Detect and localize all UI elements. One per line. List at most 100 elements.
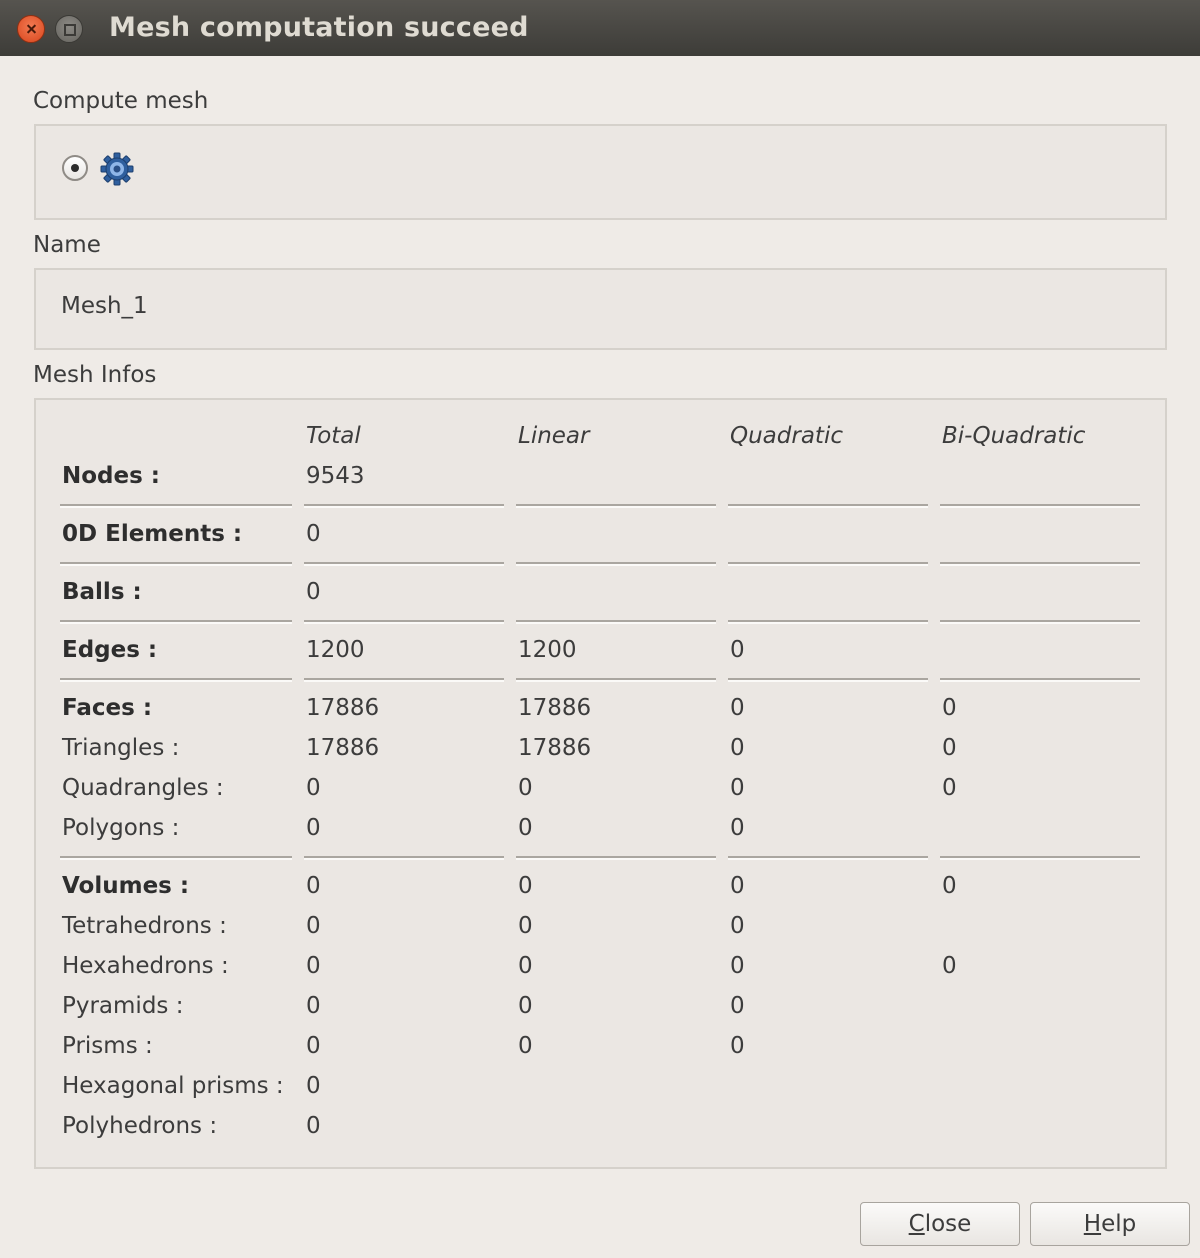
quadrangles-total-value: 0 [306,775,321,801]
hexagonal-prisms-total-value: 0 [306,1073,321,1099]
pyramids-total-value: 0 [306,993,321,1019]
hexahedrons-linear-value: 0 [518,953,533,979]
triangles-quadratic-value: 0 [730,735,745,761]
separator-line [728,620,928,622]
mesh-name-value: Mesh_1 [61,293,148,319]
compute-mesh-label: Compute mesh [33,88,209,114]
row-label-tetrahedrons: Tetrahedrons : [62,913,227,939]
separator-line [304,856,504,858]
separator-line [516,562,716,564]
hexahedrons-total-value: 0 [306,953,321,979]
pyramids-quadratic-value: 0 [730,993,745,1019]
polygons-quadratic-value: 0 [730,815,745,841]
hexahedrons-quadratic-value: 0 [730,953,745,979]
edges-total-value: 1200 [306,637,365,663]
help-button-label: elp [1101,1211,1137,1237]
help-button-mnemonic: H [1083,1211,1102,1237]
volumes-linear-value: 0 [518,873,533,899]
separator-line [940,620,1140,622]
close-button[interactable]: Close [860,1202,1020,1246]
window-title: Mesh computation succeed [109,12,529,43]
separator-line [60,504,292,506]
separator-line [304,620,504,622]
name-label: Name [33,232,101,258]
tetrahedrons-linear-value: 0 [518,913,533,939]
row-label-hexahedrons: Hexahedrons : [62,953,229,979]
close-button-mnemonic: C [908,1211,925,1237]
separator-line [728,856,928,858]
row-label-quadrangles: Quadrangles : [62,775,224,801]
close-button-label: lose [924,1211,972,1237]
quadrangles-quadratic-value: 0 [730,775,745,801]
faces-quadratic-value: 0 [730,695,745,721]
polyhedrons-total-value: 0 [306,1113,321,1139]
header-quadratic: Quadratic [730,423,843,449]
mesh-infos-label: Mesh Infos [33,362,157,388]
row-label-volumes: Volumes : [62,873,190,899]
prisms-linear-value: 0 [518,1033,533,1059]
header-bi-quadratic: Bi-Quadratic [942,423,1086,449]
volumes-total-value: 0 [306,873,321,899]
separator-line [304,504,504,506]
volumes-bi-quadratic-value: 0 [942,873,957,899]
help-button[interactable]: Help [1030,1202,1190,1246]
triangles-bi-quadratic-value: 0 [942,735,957,761]
faces-total-value: 17886 [306,695,380,721]
separator-line [304,678,504,680]
separator-line [728,504,928,506]
0d-elements-total-value: 0 [306,521,321,547]
pyramids-linear-value: 0 [518,993,533,1019]
separator-line [940,856,1140,858]
header-total: Total [306,423,361,449]
triangles-linear-value: 17886 [518,735,592,761]
name-field: Mesh_1 [34,268,1167,350]
header-linear: Linear [518,423,590,449]
nodes-total-value: 9543 [306,463,365,489]
tetrahedrons-total-value: 0 [306,913,321,939]
separator-line [60,562,292,564]
hexahedrons-bi-quadratic-value: 0 [942,953,957,979]
separator-line [516,504,716,506]
gear-icon [100,152,134,186]
row-label-edges: Edges : [62,637,158,663]
separator-line [60,678,292,680]
row-label-balls: Balls : [62,579,142,605]
row-label-hexagonal-prisms: Hexagonal prisms : [62,1073,284,1099]
quadrangles-bi-quadratic-value: 0 [942,775,957,801]
faces-linear-value: 17886 [518,695,592,721]
separator-line [516,856,716,858]
tetrahedrons-quadratic-value: 0 [730,913,745,939]
separator-line [60,856,292,858]
separator-line [516,620,716,622]
polygons-total-value: 0 [306,815,321,841]
separator-line [304,562,504,564]
row-label-0d-elements: 0D Elements : [62,521,243,547]
mesh-infos-group: Total Linear Quadratic Bi-Quadratic Nodes : 9… [34,398,1167,1169]
triangles-total-value: 17886 [306,735,380,761]
row-label-prisms: Prisms : [62,1033,153,1059]
window-close-icon[interactable] [17,15,45,43]
polygons-linear-value: 0 [518,815,533,841]
separator-line [60,620,292,622]
edges-quadratic-value: 0 [730,637,745,663]
separator-line [728,678,928,680]
row-label-pyramids: Pyramids : [62,993,184,1019]
row-label-polyhedrons: Polyhedrons : [62,1113,218,1139]
balls-total-value: 0 [306,579,321,605]
prisms-quadratic-value: 0 [730,1033,745,1059]
separator-line [940,504,1140,506]
edges-linear-value: 1200 [518,637,577,663]
row-label-polygons: Polygons : [62,815,180,841]
separator-line [940,678,1140,680]
separator-line [728,562,928,564]
faces-bi-quadratic-value: 0 [942,695,957,721]
row-label-nodes: Nodes : [62,463,161,489]
quadrangles-linear-value: 0 [518,775,533,801]
title-bar: Mesh computation succeed [0,0,1200,56]
compute-mesh-radio[interactable] [62,155,88,181]
row-label-faces: Faces : [62,695,153,721]
row-label-triangles: Triangles : [62,735,180,761]
window-maximize-icon[interactable] [55,15,83,43]
volumes-quadratic-value: 0 [730,873,745,899]
prisms-total-value: 0 [306,1033,321,1059]
